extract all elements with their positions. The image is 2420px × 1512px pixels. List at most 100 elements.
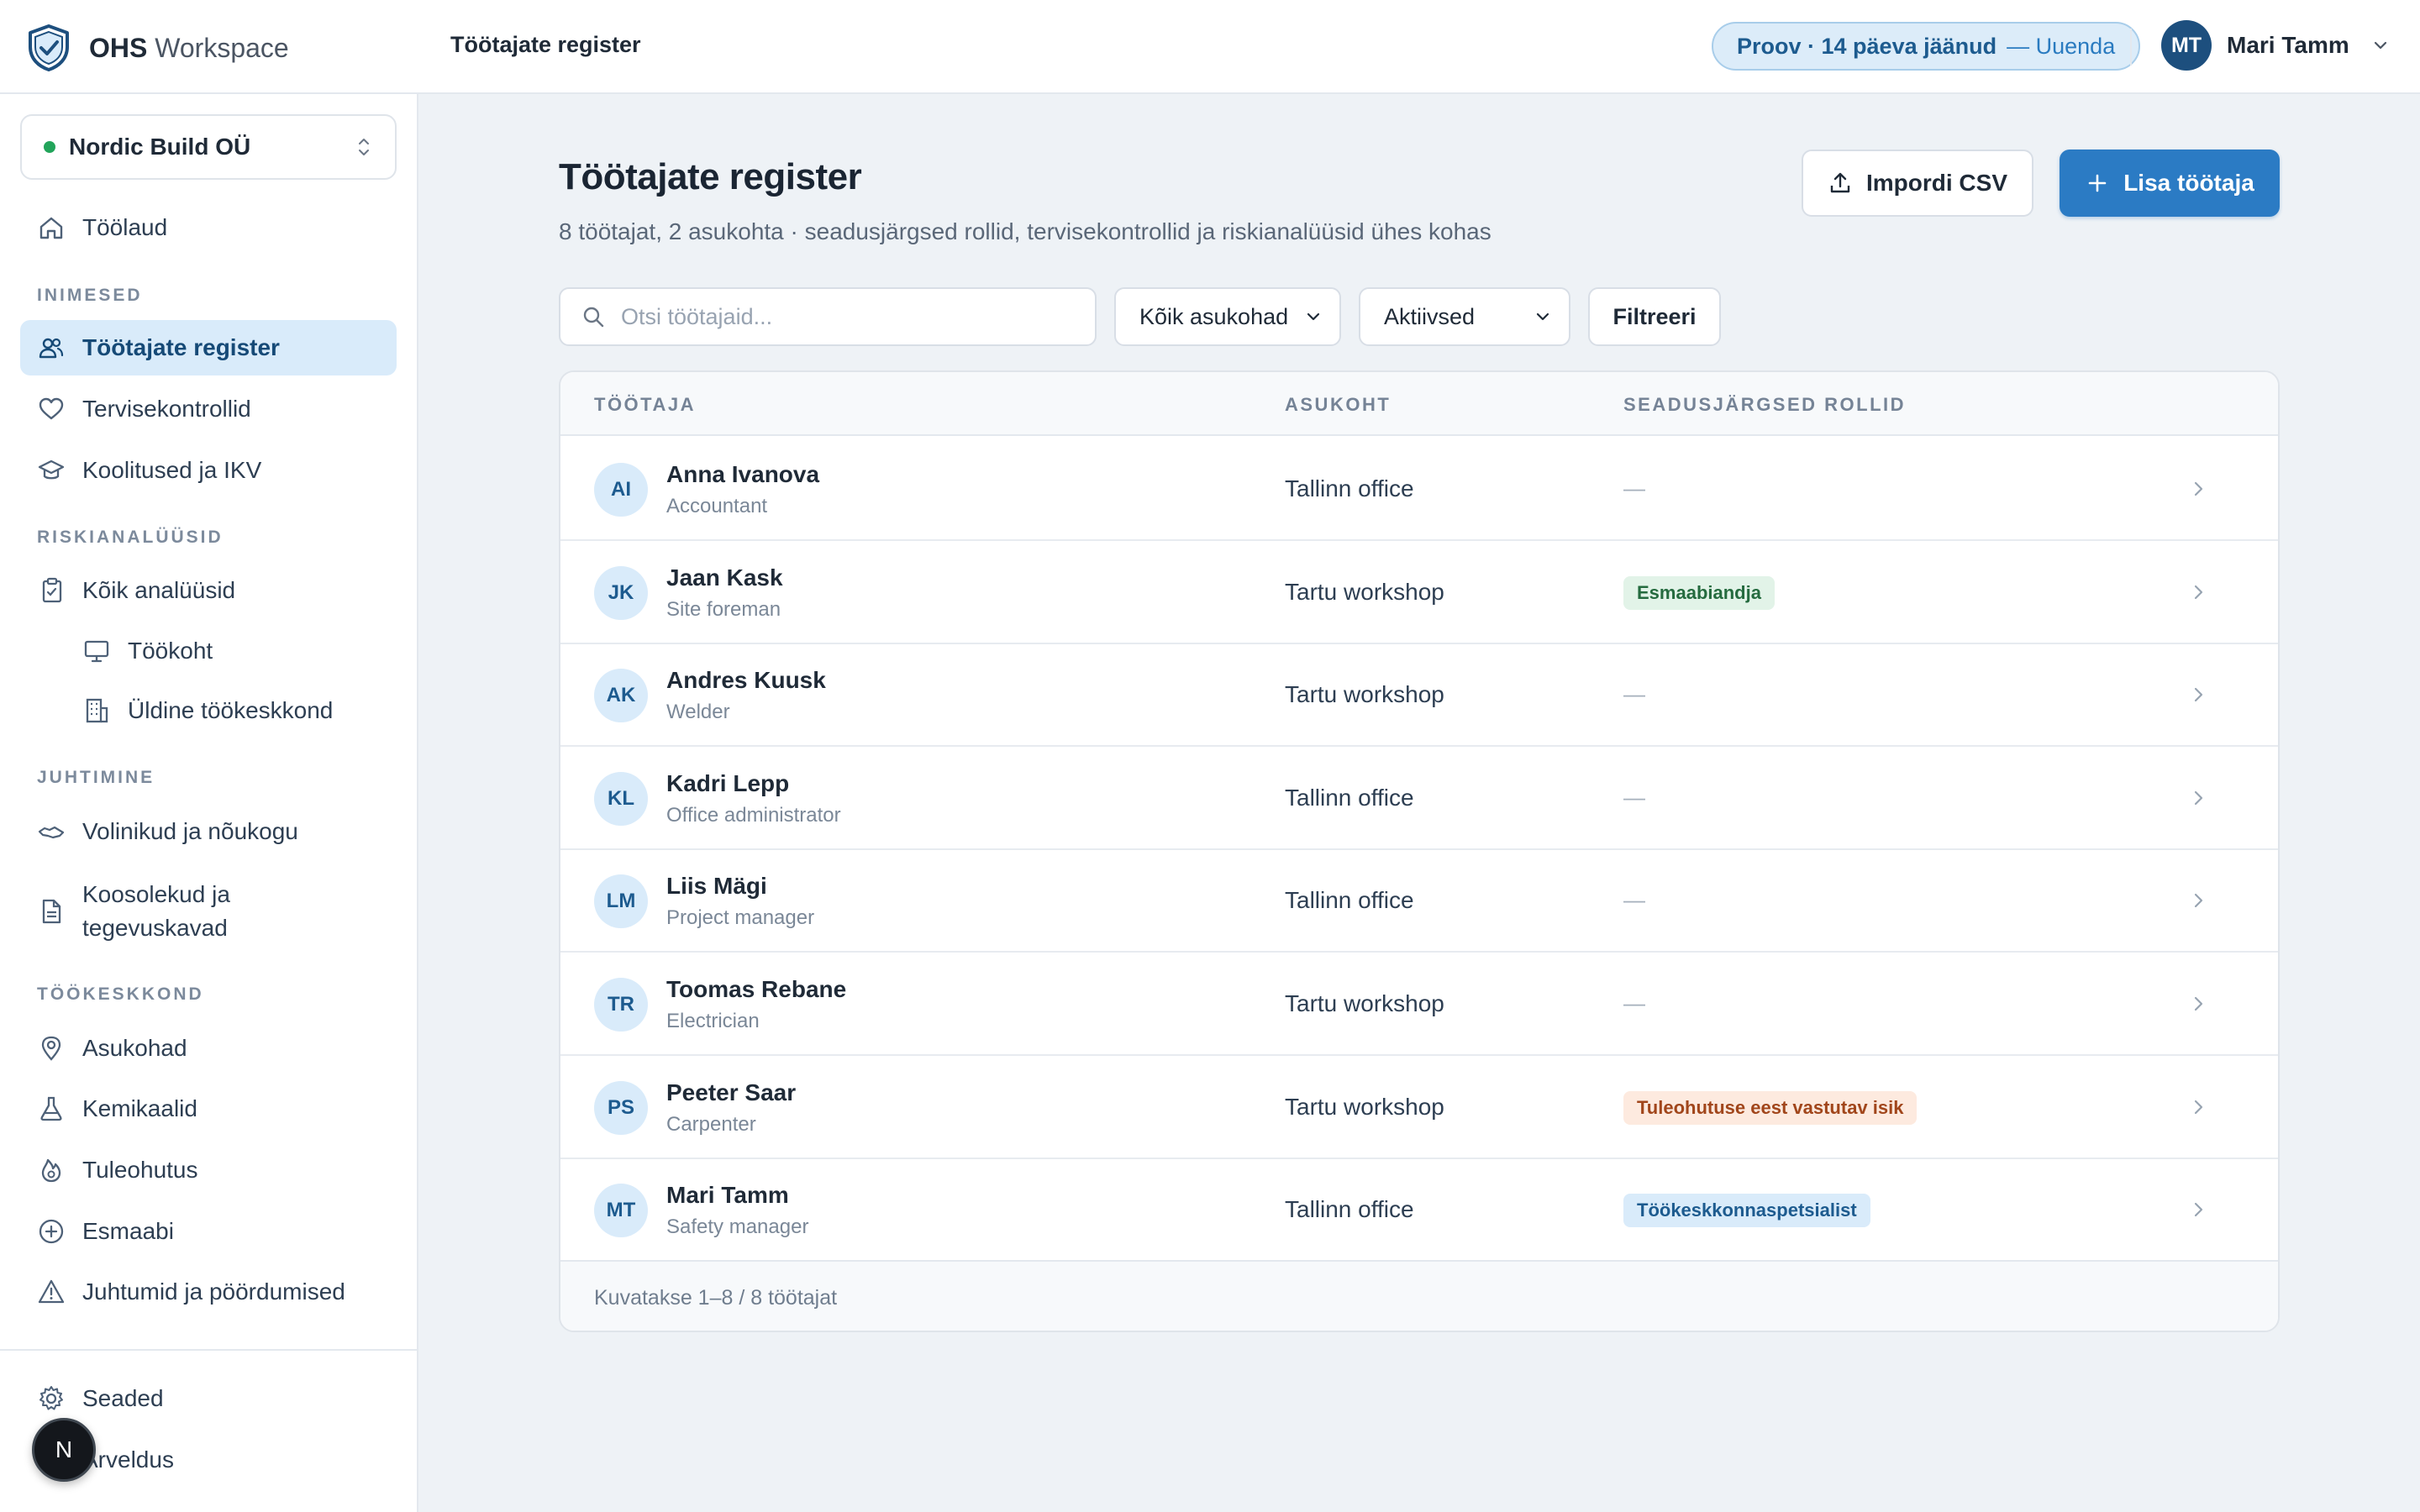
column-header-employee[interactable]: TÖÖTAJA <box>594 394 696 416</box>
table-row[interactable]: LM Liis Mägi Project manager Tallinn office… <box>560 849 2278 953</box>
section-label-risk: RISKIANALÜÜSID <box>37 528 224 547</box>
chevron-right-icon[interactable] <box>2187 1096 2209 1118</box>
table-row[interactable]: PS Peeter Saar Carpenter Tartu workshop Tule… <box>560 1056 2278 1159</box>
sidebar-item-label: Seaded <box>82 1385 164 1411</box>
empty-role: — <box>1623 475 1645 501</box>
sidebar-item-dashboard[interactable]: Töölaud <box>20 200 397 255</box>
employee-location: Tallinn office <box>1285 475 1414 501</box>
employee-name[interactable]: Kadri Lepp <box>666 770 789 797</box>
chevron-right-icon[interactable] <box>2187 684 2209 706</box>
status-filter-select[interactable]: Aktiivsed <box>1359 287 1570 346</box>
brand[interactable]: OHS Workspace <box>27 24 289 72</box>
chevron-right-icon[interactable] <box>2187 787 2209 809</box>
org-switcher[interactable]: Nordic Build OÜ <box>20 114 397 180</box>
table-row[interactable]: KL Kadri Lepp Office administrator Tallinn … <box>560 747 2278 850</box>
filter-button[interactable]: Filtreeri <box>1588 287 1721 346</box>
column-header-roles[interactable]: SEADUSJÄRGSED ROLLID <box>1623 394 1906 416</box>
empty-role: — <box>1623 887 1645 913</box>
table-row[interactable]: MT Mari Tamm Safety manager Tallinn office T… <box>560 1158 2278 1263</box>
sidebar-item-label: Arveldus <box>82 1446 174 1473</box>
sidebar-item-label: Volinikud ja nõukogu <box>82 818 298 844</box>
shield-logo-icon <box>29 24 69 71</box>
add-employee-label: Lisa töötaja <box>2123 170 2254 196</box>
org-status-dot <box>44 141 55 153</box>
document-icon <box>42 899 61 924</box>
empty-role: — <box>1623 681 1645 707</box>
upload-icon <box>1830 172 1850 193</box>
status-filter-value: Aktiivsed <box>1384 303 1476 329</box>
employee-location: Tartu workshop <box>1285 1093 1444 1120</box>
import-csv-button[interactable]: Impordi CSV <box>1802 150 2033 217</box>
handshake-icon <box>38 826 65 839</box>
employee-location: Tallinn office <box>1285 784 1414 811</box>
employee-table: TÖÖTAJA ASUKOHT SEADUSJÄRGSED ROLLID AI A… <box>559 370 2280 1332</box>
employee-title: Office administrator <box>666 803 841 827</box>
sidebar-item-all-analyses[interactable]: Kõik analüüsid <box>20 563 397 618</box>
search-field[interactable] <box>559 287 1097 346</box>
avatar: LM <box>594 874 648 929</box>
sidebar-item-first-aid[interactable]: Esmaabi <box>20 1204 397 1259</box>
chevron-right-icon[interactable] <box>2187 1199 2209 1221</box>
employee-name[interactable]: Liis Mägi <box>666 873 767 900</box>
sidebar-item-settings[interactable]: Seaded <box>20 1371 397 1426</box>
plus-circle-icon <box>39 1219 64 1244</box>
sidebar-item-label: Tervisekontrollid <box>82 396 251 422</box>
employee-title: Site foreman <box>666 597 781 621</box>
employee-location: Tartu workshop <box>1285 578 1444 605</box>
employee-name[interactable]: Anna Ivanova <box>666 461 819 488</box>
table-row[interactable]: AI Anna Ivanova Accountant Tallinn office — <box>560 438 2278 541</box>
chevron-down-icon <box>2374 41 2386 50</box>
employee-name[interactable]: Toomas Rebane <box>666 976 846 1003</box>
section-label-environment: TÖÖKESKKOND <box>37 984 204 1004</box>
sidebar-item-label: Üldine töökeskkond <box>128 697 334 723</box>
sidebar-item-chemicals[interactable]: Kemikaalid <box>20 1081 397 1137</box>
trial-banner[interactable]: Proov · 14 päeva jäänud — Uuenda <box>1712 22 2141 71</box>
sidebar-item-incidents[interactable]: Juhtumid ja pöördumised <box>20 1264 397 1320</box>
avatar: MT <box>2161 20 2212 71</box>
avatar: AI <box>594 463 648 517</box>
sidebar-item-register[interactable]: Töötajate register <box>20 320 397 375</box>
table-row[interactable]: AK Andres Kuusk Welder Tartu workshop — <box>560 643 2278 748</box>
employee-name[interactable]: Mari Tamm <box>666 1182 789 1209</box>
chevron-right-icon[interactable] <box>2187 890 2209 911</box>
chevron-up-down-icon <box>359 139 369 155</box>
chevron-right-icon[interactable] <box>2187 993 2209 1015</box>
table-row[interactable]: JK Jaan Kask Site foreman Tartu workshop Esm… <box>560 541 2278 644</box>
sidebar-item-workplace[interactable]: Töökoht <box>20 623 397 679</box>
sidebar-item-general-env[interactable]: Üldine töökeskkond <box>20 683 397 738</box>
table-footer: Kuvatakse 1–8 / 8 töötajat <box>560 1260 2278 1331</box>
column-header-location[interactable]: ASUKOHT <box>1285 394 1391 416</box>
user-menu[interactable]: MT Mari Tamm <box>2161 20 2390 71</box>
employee-name[interactable]: Andres Kuusk <box>666 667 826 694</box>
employee-location: Tallinn office <box>1285 887 1414 914</box>
sidebar-item-meetings[interactable]: Koosolekud ja tegevuskavad <box>20 869 397 953</box>
sidebar-item-label: Esmaabi <box>82 1218 174 1244</box>
heart-icon <box>39 397 64 420</box>
employee-name[interactable]: Jaan Kask <box>666 564 783 591</box>
chevron-down-icon <box>1307 312 1320 321</box>
employee-name[interactable]: Peeter Saar <box>666 1079 796 1106</box>
sidebar-item-reps[interactable]: Volinikud ja nõukogu <box>20 804 397 859</box>
sidebar-item-trainings[interactable]: Koolitused ja IKV <box>20 443 397 498</box>
table-row[interactable]: TR Toomas Rebane Electrician Tartu workshop… <box>560 953 2278 1056</box>
renew-link[interactable]: — Uuenda <box>2007 34 2115 60</box>
sidebar: Nordic Build OÜ Töölaud INIMESED Töötaja… <box>0 94 418 1512</box>
sidebar-item-locations[interactable]: Asukohad <box>20 1021 397 1076</box>
sidebar-item-label: Koosolekud ja tegevuskavad <box>82 881 230 941</box>
sidebar-item-health[interactable]: Tervisekontrollid <box>20 381 397 437</box>
search-input[interactable] <box>621 303 1058 330</box>
sidebar-item-fire[interactable]: Tuleohutus <box>20 1142 397 1198</box>
map-pin-icon <box>41 1036 61 1061</box>
location-filter-select[interactable]: Kõik asukohad <box>1114 287 1341 346</box>
page-title: Töötajate register <box>559 156 862 197</box>
user-name: Mari Tamm <box>2227 32 2349 58</box>
gear-icon <box>39 1386 63 1410</box>
employee-location: Tallinn office <box>1285 1196 1414 1223</box>
empty-role: — <box>1623 990 1645 1016</box>
employee-title: Welder <box>666 701 730 724</box>
add-employee-button[interactable]: Lisa töötaja <box>2060 150 2280 217</box>
chevron-right-icon[interactable] <box>2187 478 2209 500</box>
floating-action-button[interactable]: N <box>32 1418 96 1482</box>
employee-title: Safety manager <box>666 1215 809 1239</box>
chevron-right-icon[interactable] <box>2187 581 2209 603</box>
